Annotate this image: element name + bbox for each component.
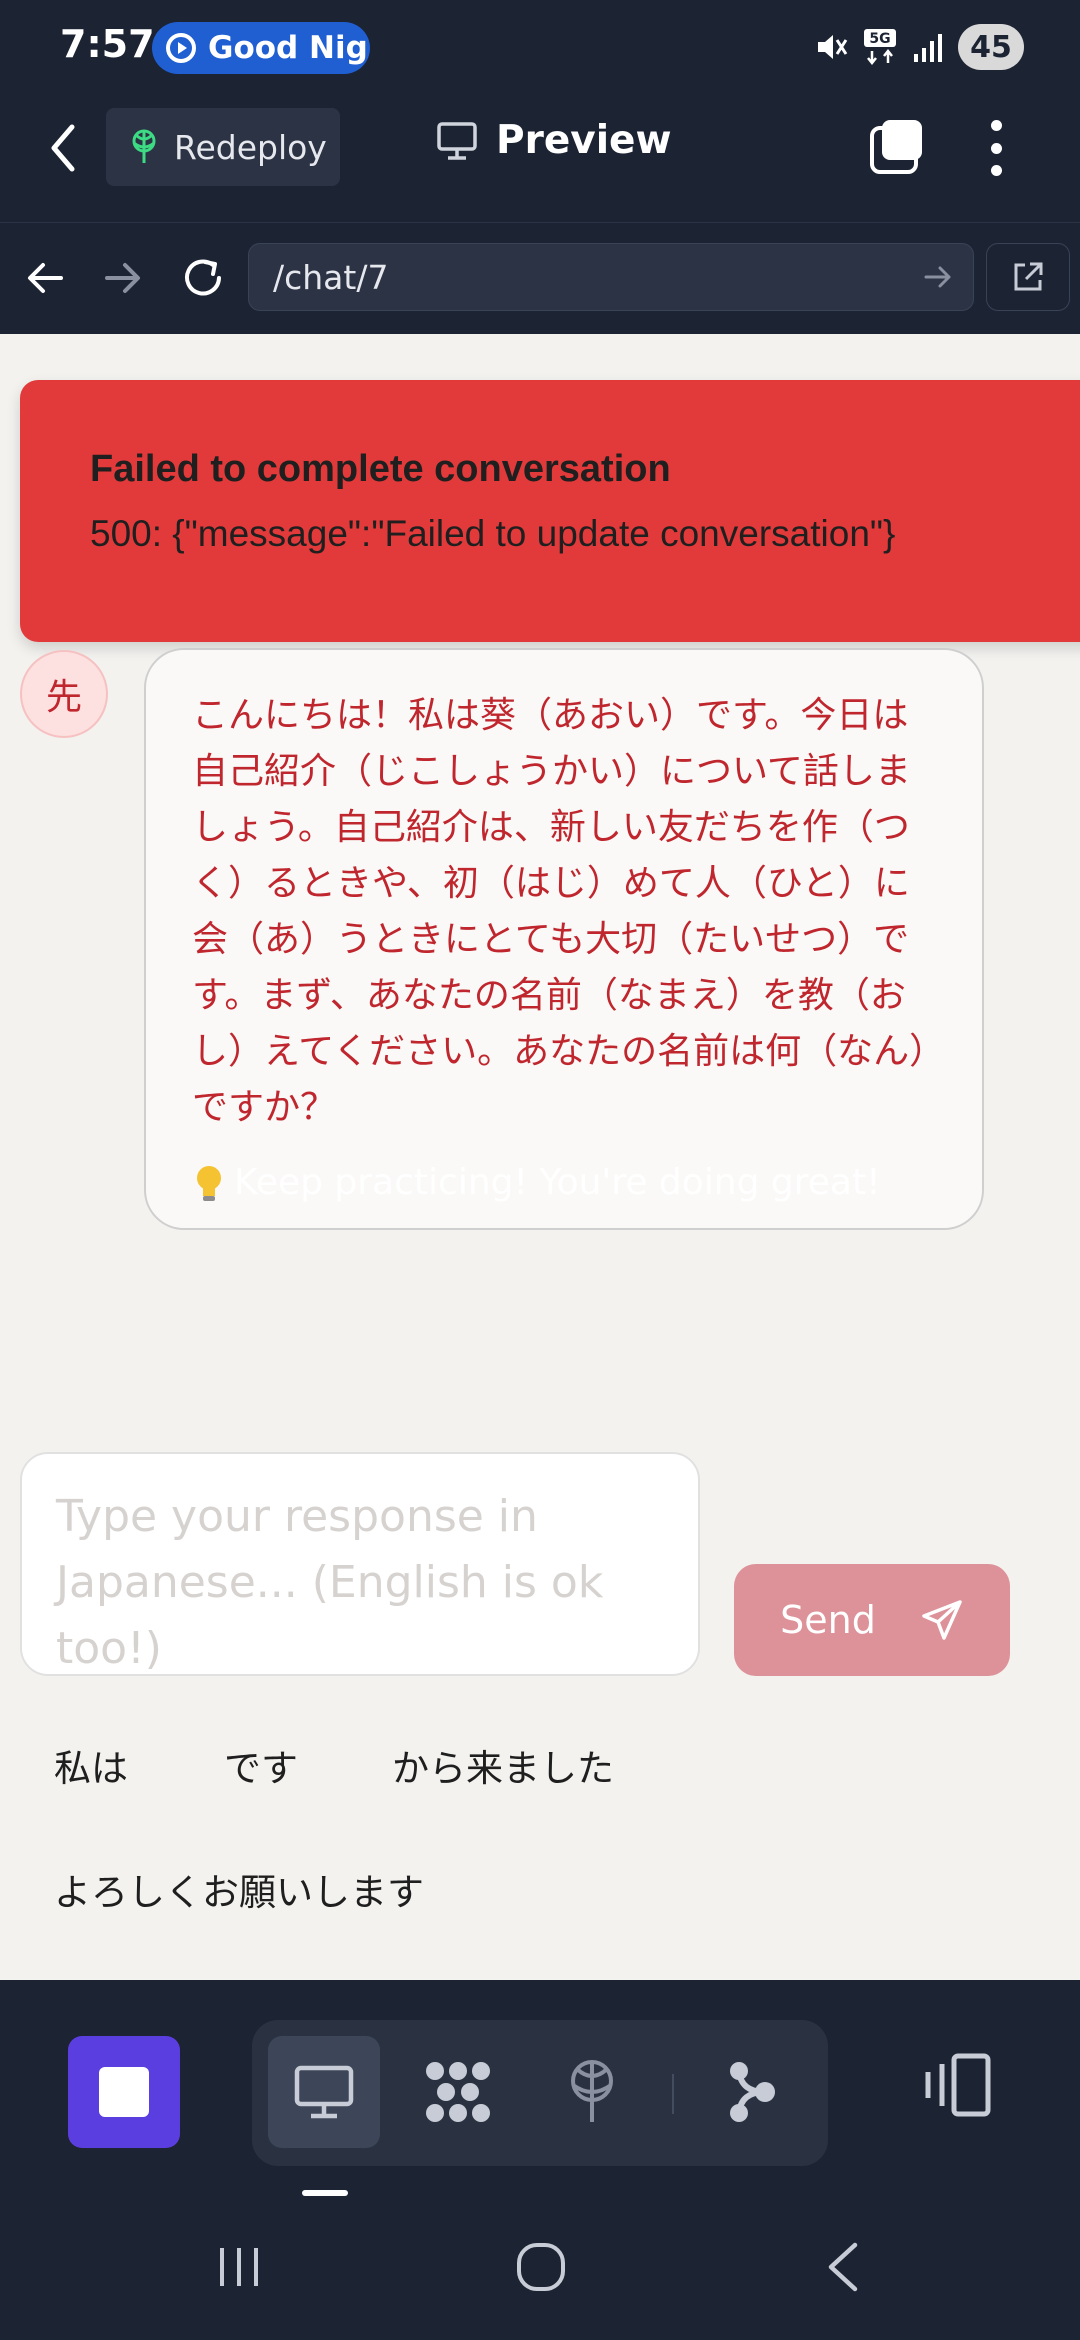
- system-navigation-bar: [0, 2196, 1080, 2340]
- deploy-tool-button[interactable]: [536, 2036, 648, 2148]
- toast-title: Failed to complete conversation: [90, 448, 671, 490]
- lightbulb-icon: [197, 1165, 221, 1201]
- url-input[interactable]: /chat/7: [248, 243, 974, 311]
- dot: [990, 120, 1002, 131]
- branch-icon: [730, 2062, 775, 2122]
- assistant-message-bubble: こんにちは！私は葵（あおい）です。今日は自己紹介（じこしょうかい）について話しま…: [144, 648, 984, 1230]
- recents-button[interactable]: [204, 2232, 274, 2302]
- arrow-left-icon: [28, 263, 63, 293]
- preview-title: Preview: [436, 118, 672, 163]
- more-options-button[interactable]: [980, 116, 1012, 180]
- dot: [990, 142, 1002, 154]
- chat-page: Failed to complete conversation 500: {"m…: [0, 334, 1080, 1980]
- workflow-tool-button[interactable]: [402, 2036, 514, 2148]
- input-placeholder: Type your response in Japanese... (Engli…: [56, 1491, 604, 1674]
- toast-message: 500: {"message":"Failed to update conver…: [90, 513, 896, 554]
- split-view-icon: [925, 2053, 991, 2117]
- separator: [672, 2074, 674, 2114]
- app-header: Redeploy Preview: [0, 96, 1080, 222]
- message-text: こんにちは！私は葵（あおい）です。今日は自己紹介（じこしょうかい）について話しま…: [192, 695, 928, 1128]
- redeploy-label: Redeploy: [174, 127, 327, 167]
- send-label: Send: [780, 1598, 876, 1642]
- paper-plane-icon: [922, 1600, 962, 1640]
- redeploy-button[interactable]: Redeploy: [106, 108, 340, 186]
- signal-icon: [914, 34, 942, 62]
- bottom-toolbar: [0, 1980, 1080, 2182]
- send-button[interactable]: Send: [734, 1564, 1010, 1676]
- preview-label: Preview: [496, 118, 672, 163]
- status-bar: 7:57 Good Nig 5G 45: [0, 0, 1080, 96]
- monitor-icon: [437, 121, 477, 160]
- back-button[interactable]: [48, 120, 92, 176]
- play-circle-icon: [166, 33, 196, 63]
- status-icons: 5G 45: [814, 24, 1024, 70]
- tool-group: [252, 2020, 828, 2166]
- chevron-left-icon: [828, 2242, 858, 2292]
- open-external-button[interactable]: [986, 243, 1070, 311]
- monitor-icon: [294, 2065, 354, 2119]
- dot: [990, 165, 1002, 176]
- url-text: /chat/7: [273, 257, 389, 297]
- browser-forward-button[interactable]: [98, 253, 148, 303]
- mute-icon: [818, 35, 848, 59]
- arrow-right-icon: [105, 263, 140, 293]
- notification-text: Good Nig: [208, 30, 368, 66]
- external-link-icon: [1014, 262, 1043, 291]
- nodes-icon: [426, 2062, 490, 2122]
- reload-icon: [185, 259, 221, 296]
- deploy-antenna-icon: [571, 2060, 613, 2122]
- status-time: 7:57: [60, 22, 155, 66]
- media-notification-pill[interactable]: Good Nig: [152, 22, 370, 74]
- suggestion-chip[interactable]: よろしくお願いします: [54, 1862, 424, 1916]
- chevron-left-icon: [51, 124, 75, 172]
- suggestion-chip[interactable]: です: [224, 1738, 298, 1792]
- recents-icon: [220, 2248, 258, 2286]
- teacher-avatar: 先: [20, 650, 108, 738]
- go-arrow-icon[interactable]: [923, 262, 953, 292]
- reload-button[interactable]: [178, 253, 228, 303]
- split-view-button[interactable]: [920, 2050, 994, 2120]
- home-button[interactable]: [506, 2232, 576, 2302]
- browser-back-button[interactable]: [20, 253, 70, 303]
- stop-button[interactable]: [68, 2036, 180, 2148]
- network-5g-icon: 5G: [864, 29, 896, 66]
- tip-text: Keep practicing! You're doing great!: [234, 1162, 881, 1203]
- stop-icon: [99, 2067, 149, 2117]
- suggestion-chip[interactable]: から来ました: [392, 1738, 614, 1792]
- tabs-button[interactable]: [868, 118, 926, 176]
- tip-line: Keep practicing! You're doing great!: [192, 1162, 938, 1203]
- deploy-antenna-icon: [132, 129, 156, 163]
- tabs-icon: [870, 120, 922, 174]
- error-toast[interactable]: Failed to complete conversation 500: {"m…: [20, 380, 1080, 642]
- battery-indicator: 45: [958, 24, 1024, 70]
- system-back-button[interactable]: [808, 2232, 878, 2302]
- agent-tool-button[interactable]: [696, 2036, 808, 2148]
- preview-tool-button[interactable]: [268, 2036, 380, 2148]
- home-icon: [517, 2243, 565, 2291]
- browser-toolbar: /chat/7: [0, 222, 1080, 334]
- suggestion-chip[interactable]: 私は: [54, 1738, 128, 1792]
- network-label: 5G: [869, 31, 890, 47]
- response-input[interactable]: Type your response in Japanese... (Engli…: [20, 1452, 700, 1676]
